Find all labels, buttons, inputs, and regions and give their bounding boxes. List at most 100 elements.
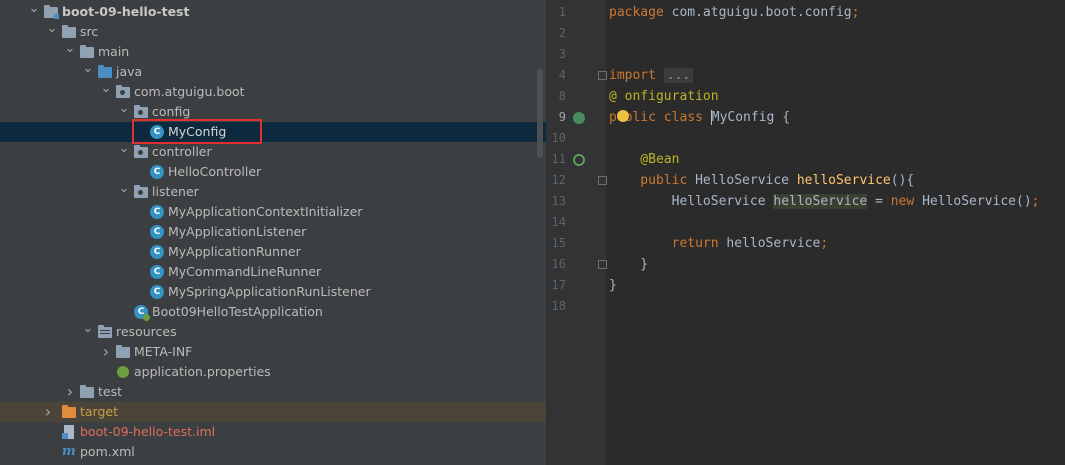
code-line: @Bean	[609, 149, 679, 170]
tree-item-meta-inf[interactable]: › META-INF	[0, 342, 546, 362]
package-icon	[134, 145, 148, 158]
tree-item-main[interactable]: ⌄ main	[0, 42, 546, 62]
class-icon: C	[150, 285, 164, 299]
code-token: HelloService	[609, 194, 774, 209]
module-folder-icon	[44, 5, 59, 19]
package-icon	[134, 185, 148, 198]
tree-item-config[interactable]: ⌄ config	[0, 102, 546, 122]
tree-item-label: boot-09-hello-test.iml	[80, 424, 216, 439]
code-line: }	[609, 254, 648, 275]
project-tree-scrollbar[interactable]	[537, 68, 543, 158]
line-number: 13	[551, 194, 566, 208]
tree-item-pom-xml[interactable]: m pom.xml	[0, 442, 546, 462]
tree-item-label: HelloController	[168, 164, 262, 179]
fold-marker-icon[interactable]	[598, 71, 607, 80]
tree-item-java[interactable]: ⌄ java	[0, 62, 546, 82]
lightbulb-icon[interactable]	[617, 110, 629, 122]
tree-item-label: MyConfig	[168, 124, 227, 139]
code-token: HelloService()	[922, 194, 1032, 209]
tree-item-label: src	[80, 24, 99, 39]
chevron-down-icon[interactable]: ⌄	[82, 322, 94, 342]
code-token: HelloService	[695, 173, 797, 188]
tree-item-src[interactable]: ⌄ src	[0, 22, 546, 42]
tree-item-label: pom.xml	[80, 444, 135, 459]
folder-icon	[80, 45, 94, 58]
tree-item-myapplicationlistener[interactable]: C MyApplicationListener	[0, 222, 546, 242]
tree-item-label: config	[152, 104, 191, 119]
code-line: }	[609, 275, 617, 296]
code-token: {	[774, 110, 791, 125]
chevron-down-icon[interactable]: ⌄	[118, 102, 130, 122]
class-icon: C	[150, 245, 164, 259]
tree-item-mycommandlinerunner[interactable]: C MyCommandLineRunner	[0, 262, 546, 282]
code-line: HelloService helloService = new HelloSer…	[609, 191, 1040, 212]
line-number: 14	[551, 215, 566, 229]
line-number: 1	[558, 5, 566, 19]
bean-gutter-icon[interactable]	[573, 154, 585, 166]
tree-item-label: MyApplicationRunner	[168, 244, 301, 259]
class-icon: C	[150, 125, 164, 139]
tree-item-label: boot-09-hello-test	[62, 4, 190, 19]
project-tree-panel: ⌄ boot-09-hello-test ⌄ src ⌄ main ⌄ java ⌄ com.at…	[0, 0, 546, 465]
code-token: ;	[1031, 194, 1040, 209]
code-token: public	[609, 173, 696, 188]
tree-item-boot-09-hello-test[interactable]: ⌄ boot-09-hello-test	[0, 2, 546, 22]
tree-item-myapplicationcontextinitializer[interactable]: C MyApplicationContextInitializer	[0, 202, 546, 222]
chevron-down-icon[interactable]: ⌄	[100, 82, 112, 102]
tree-item-controller[interactable]: ⌄ controller	[0, 142, 546, 162]
code-token: MyConfig	[710, 110, 775, 125]
fold-marker-icon[interactable]	[598, 176, 607, 185]
package-icon	[116, 85, 130, 98]
tree-item-label: test	[98, 384, 123, 399]
line-number: 10	[551, 131, 566, 145]
chevron-down-icon[interactable]: ⌄	[46, 22, 58, 42]
code-token: ;	[851, 5, 860, 20]
code-line: public HelloService helloService(){	[609, 170, 914, 191]
chevron-right-icon[interactable]: ›	[100, 342, 112, 362]
line-number: 9	[558, 110, 566, 124]
tree-item-application-properties[interactable]: application.properties	[0, 362, 546, 382]
line-number: 4	[558, 68, 566, 82]
target-folder-icon	[62, 405, 76, 418]
line-number: 12	[551, 173, 566, 187]
spring-bean-gutter-icon[interactable]	[573, 112, 585, 124]
chevron-right-icon[interactable]: ›	[42, 402, 54, 422]
tree-item-myconfig[interactable]: C MyConfig	[0, 122, 546, 142]
tree-item-myspringapplicationrunlistener[interactable]: C MySpringApplicationRunListener	[0, 282, 546, 302]
class-icon: C	[150, 265, 164, 279]
line-number: 18	[551, 299, 566, 313]
fold-marker-icon[interactable]	[598, 260, 607, 269]
chevron-down-icon[interactable]: ⌄	[28, 2, 40, 22]
tree-item-boot-09-hello-test-iml[interactable]: boot-09-hello-test.iml	[0, 422, 546, 442]
folder-icon	[62, 25, 76, 38]
maven-icon: m	[62, 444, 76, 459]
tree-item-resources[interactable]: ⌄ resources	[0, 322, 546, 342]
spring-properties-icon	[116, 365, 130, 379]
chevron-right-icon[interactable]: ›	[64, 382, 76, 402]
tree-item-myapplicationrunner[interactable]: C MyApplicationRunner	[0, 242, 546, 262]
code-token: }	[609, 278, 617, 293]
tree-item-test[interactable]: › test	[0, 382, 546, 402]
iml-file-icon	[62, 425, 76, 439]
tree-item-boot09hellotestapplication[interactable]: C Boot09HelloTestApplication	[0, 302, 546, 322]
line-number: 8	[558, 89, 566, 103]
code-line: return helloService;	[609, 233, 829, 254]
chevron-down-icon[interactable]: ⌄	[118, 142, 130, 162]
code-token: import	[609, 68, 664, 83]
chevron-down-icon[interactable]: ⌄	[64, 42, 76, 62]
tree-item-listener[interactable]: ⌄ listener	[0, 182, 546, 202]
code-token: package	[609, 5, 672, 20]
class-icon: C	[150, 165, 164, 179]
tree-item-hellocontroller[interactable]: C HelloController	[0, 162, 546, 182]
tree-item-target[interactable]: › target	[0, 402, 546, 422]
code-token: ;	[820, 236, 829, 251]
line-number: 17	[551, 278, 566, 292]
code-token: new	[890, 194, 923, 209]
chevron-down-icon[interactable]: ⌄	[82, 62, 94, 82]
folder-icon	[80, 385, 94, 398]
tree-item-com-atguigu-boot[interactable]: ⌄ com.atguigu.boot	[0, 82, 546, 102]
tree-item-label: MyApplicationContextInitializer	[168, 204, 363, 219]
folder-icon	[116, 345, 130, 358]
chevron-down-icon[interactable]: ⌄	[118, 182, 130, 202]
code-token: }	[609, 257, 649, 272]
